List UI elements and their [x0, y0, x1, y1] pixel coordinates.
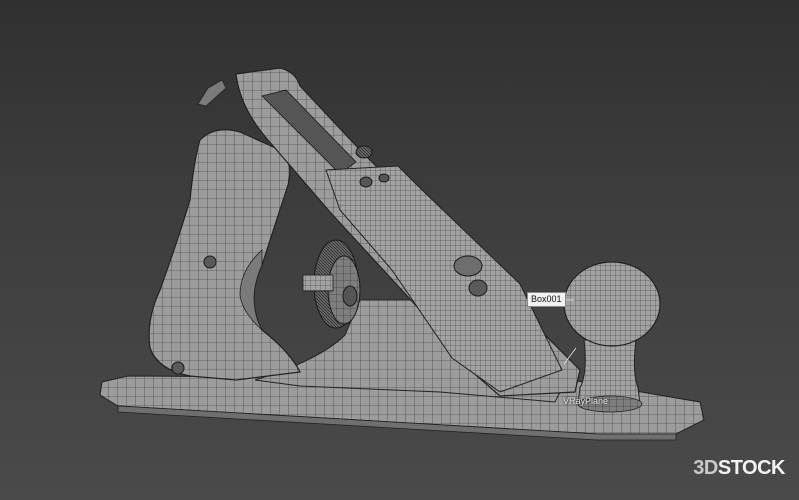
object-label-box[interactable]: Box001	[527, 292, 566, 307]
depth-adjuster-wheel	[302, 239, 361, 329]
watermark-logo: 3DSTOCK	[693, 457, 785, 480]
object-label-vrayplane[interactable]: VRayPlane	[563, 396, 608, 407]
3d-viewport[interactable]: Box001 VRayPlane 3DSTOCK	[0, 0, 799, 500]
watermark-part1: 3D	[693, 457, 718, 479]
watermark-part2: STOCK	[717, 457, 786, 479]
rear-handle	[148, 129, 301, 381]
hand-plane-model	[99, 67, 705, 441]
